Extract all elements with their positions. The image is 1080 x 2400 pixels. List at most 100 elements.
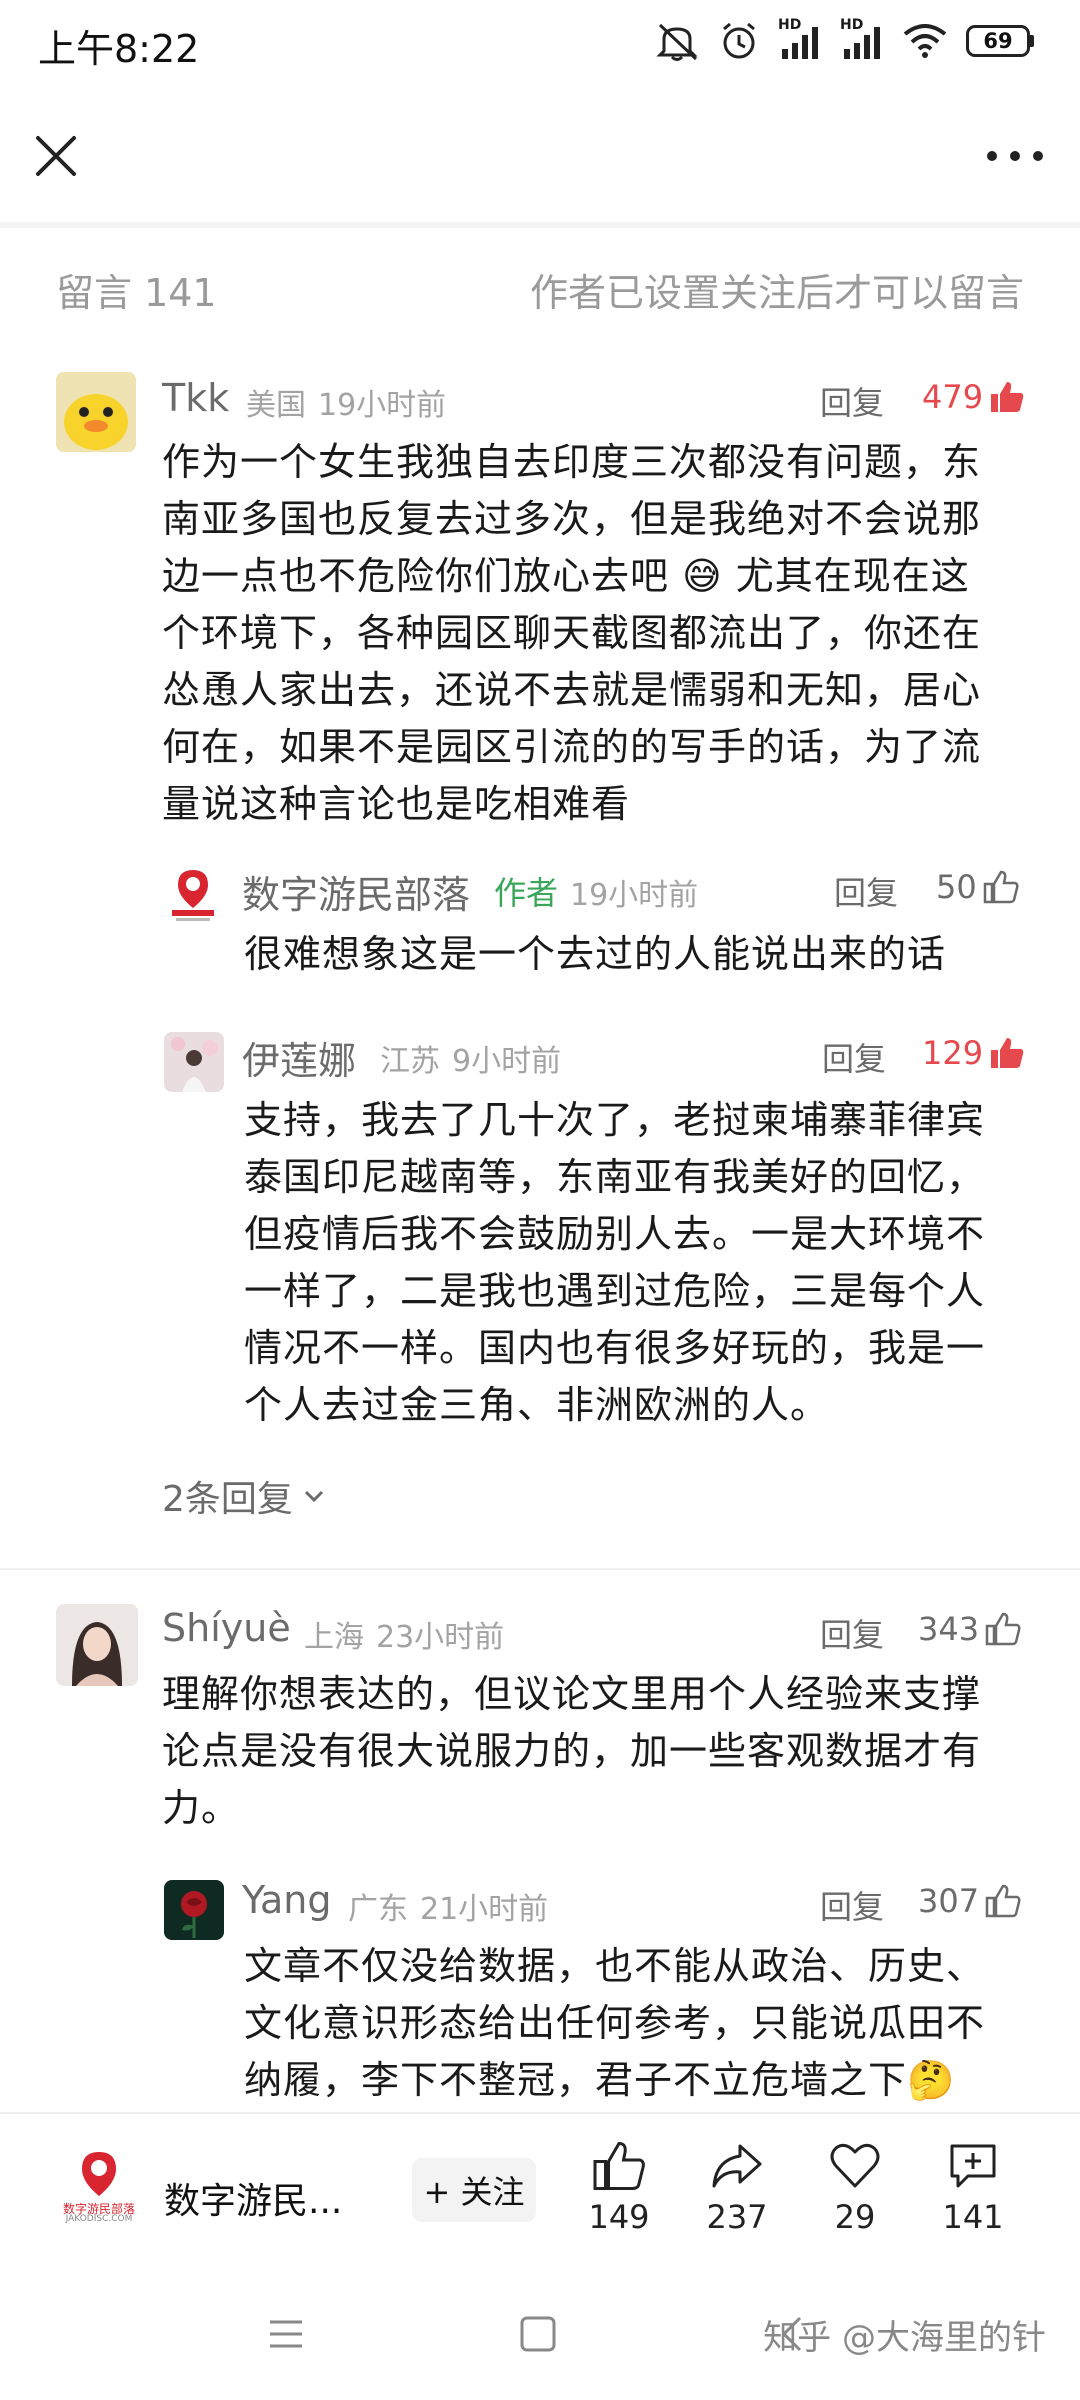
avatar[interactable]: [56, 372, 136, 452]
reply-line: 个人去过金三角、非洲欧洲的人。: [244, 1383, 830, 1427]
reply-button[interactable]: 回复: [834, 868, 898, 914]
comment-add-icon: [950, 2144, 996, 2188]
comment-line: 怂恿人家出去，还说不去就是懦弱和无知，居心: [162, 668, 982, 712]
comment-line: 个环境下，各种园区聊天截图都流出了，你还在: [162, 611, 982, 655]
thumbs-up-icon: [991, 382, 1024, 412]
author-tag: 作者: [494, 874, 559, 912]
comment-line: 边一点也不危险你们放心去吧 😅 尤其在现在这: [162, 554, 970, 598]
comment-location: 美国: [246, 388, 306, 423]
reply-location: 广东: [348, 1892, 408, 1927]
reply-body: 支持，我去了几十次了，老挝柬埔寨菲律宾 泰国印尼越南等，东南亚有我美好的回忆， …: [244, 1092, 1044, 1434]
recent-apps-button[interactable]: [262, 2310, 310, 2358]
reply-body: 文章不仅没给数据，也不能从政治、历史、 文化意识形态给出任何参考，只能说瓜田不 …: [244, 1938, 1044, 2109]
like-button[interactable]: 343: [918, 1610, 1021, 1648]
author-logo[interactable]: 数字游民部落 JAKODISC.COM: [63, 2148, 135, 2228]
status-time: 上午8:22: [38, 27, 200, 71]
heart-icon: [830, 2143, 880, 2188]
signal-strength-1: HD: [778, 17, 822, 61]
avatar[interactable]: [164, 1880, 224, 1940]
author-name[interactable]: 数字游民...: [164, 2172, 342, 2224]
reply-line: 文章不仅没给数据，也不能从政治、历史、: [244, 1944, 986, 1988]
signal-icon: [782, 27, 818, 59]
avatar[interactable]: [164, 1032, 224, 1092]
comments-count-title: 留言 141: [56, 271, 217, 315]
reply-line: 很难想象这是一个去过的人能说出来的话: [244, 932, 947, 976]
reply-time: 21小时前: [420, 1892, 549, 1927]
comment-author-name[interactable]: Shíyuè: [162, 1606, 291, 1650]
reply-line: 情况不一样。国内也有很多好玩的，我是一: [244, 1326, 986, 1370]
close-icon: [36, 136, 76, 176]
more-icon: [987, 151, 1043, 161]
follow-button[interactable]: + 关注: [412, 2158, 536, 2222]
comment-body: 作为一个女生我独自去印度三次都没有问题，东 南亚多国也反复去过多次，但是我绝对不…: [162, 434, 1042, 833]
status-icons: HD HD 69: [654, 17, 1034, 62]
like-count: 479: [922, 378, 984, 416]
comment-author-name[interactable]: Tkk: [162, 376, 229, 420]
comment-count: 141: [942, 2198, 1004, 2236]
rose-avatar-icon: [164, 1880, 224, 1940]
reply-line: 纳履，李下不整冠，君子不立危墙之下🤔: [244, 2058, 956, 2102]
share-count: 237: [706, 2198, 768, 2236]
reply-line: 但疫情后我不会鼓励别人去。一是大环境不: [244, 1212, 986, 1256]
expand-replies-label: 2条回复: [162, 1479, 293, 1520]
thumbs-up-outline-icon: [983, 870, 1019, 904]
alarm-icon: [723, 22, 755, 59]
comment-line: 作为一个女生我独自去印度三次都没有问题，东: [162, 440, 982, 484]
reply-button[interactable]: 回复: [822, 1034, 886, 1080]
reply-button[interactable]: 回复: [820, 378, 884, 424]
comment-line: 量说这种言论也是吃相难看: [162, 782, 631, 826]
share-icon: [712, 2144, 762, 2188]
signal-strength-2: HD: [840, 17, 884, 61]
reply-author-name[interactable]: 数字游民部落: [242, 864, 470, 919]
close-button[interactable]: [30, 130, 82, 182]
avatar[interactable]: [56, 1604, 138, 1686]
reply-location: 江苏: [380, 1044, 440, 1079]
more-button[interactable]: [980, 130, 1050, 182]
like-count: 307: [918, 1882, 980, 1920]
comment-line: 南亚多国也反复去过多次，但是我绝对不会说那: [162, 497, 982, 541]
like-count: 149: [588, 2198, 650, 2236]
home-button[interactable]: [514, 2310, 562, 2358]
comment-action[interactable]: 141: [928, 2140, 1018, 2236]
comment-line: 论点是没有很大说服力的，加一些客观数据才有: [162, 1729, 982, 1773]
share-action[interactable]: 237: [692, 2140, 782, 2236]
reply-time: 19小时前: [570, 878, 699, 913]
author-avatar[interactable]: [164, 866, 222, 924]
like-button[interactable]: 50: [936, 868, 1019, 906]
person-photo-avatar-icon: [164, 1032, 224, 1092]
like-count: 50: [936, 868, 977, 906]
expand-replies-link[interactable]: 2条回复: [162, 1470, 327, 1522]
reply-button[interactable]: 回复: [820, 1610, 884, 1656]
comments-header: 留言 141 作者已设置关注后才可以留言: [56, 262, 1024, 318]
like-action[interactable]: 149: [574, 2140, 664, 2236]
comment-location: 上海: [304, 1620, 364, 1655]
thumbs-up-icon: [991, 1038, 1024, 1068]
like-button[interactable]: 129: [922, 1034, 1025, 1072]
thumbs-up-outline-icon: [985, 1884, 1021, 1918]
system-nav-bar: 知乎 @大海里的针: [0, 2282, 1080, 2400]
comment-body: 理解你想表达的，但议论文里用个人经验来支撑 论点是没有很大说服力的，加一些客观数…: [162, 1666, 1042, 1837]
mute-icon: [656, 23, 698, 61]
battery-level: 69: [966, 25, 1030, 57]
reply-author-name[interactable]: Yang: [242, 1878, 331, 1922]
signal-icon: [844, 27, 880, 59]
thumbs-up-outline-icon: [593, 2141, 645, 2190]
favorite-action[interactable]: 29: [810, 2140, 900, 2236]
duck-avatar-icon: [56, 372, 136, 452]
reply-button[interactable]: 回复: [820, 1882, 884, 1928]
like-button[interactable]: 479: [922, 378, 1025, 416]
square-icon: [520, 2316, 556, 2352]
map-pin-logo-icon: [172, 870, 214, 921]
comment-line: 力。: [162, 1786, 241, 1830]
comment-time: 23小时前: [376, 1620, 505, 1655]
reply-line: 文化意识形态给出任何参考，只能说瓜田不: [244, 2001, 986, 2045]
reply-author-name[interactable]: 伊莲娜: [242, 1030, 356, 1085]
like-count: 343: [918, 1610, 980, 1648]
comment-line: 何在，如果不是园区引流的的写手的话，为了流: [162, 725, 982, 769]
comment-line: 理解你想表达的，但议论文里用个人经验来支撑: [162, 1672, 982, 1716]
author-logo-subtext: JAKODISC.COM: [65, 2214, 133, 2224]
like-button[interactable]: 307: [918, 1882, 1021, 1920]
thumbs-up-outline-icon: [985, 1612, 1021, 1646]
battery-icon: 69: [966, 25, 1034, 57]
like-count: 129: [922, 1034, 984, 1072]
